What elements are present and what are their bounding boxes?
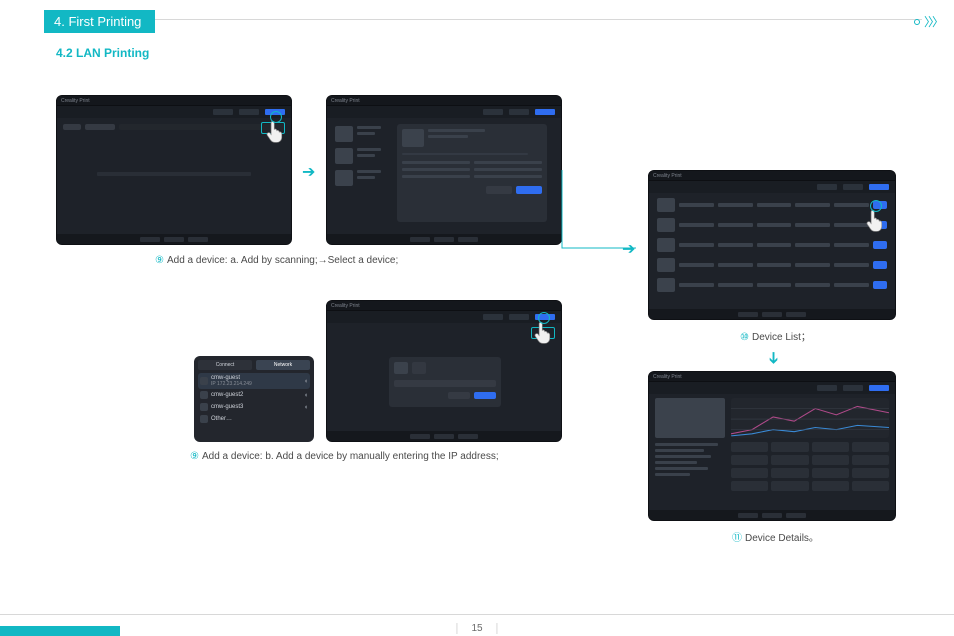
touch-hand-icon [263,118,289,144]
step-number: ⑪ [732,533,742,544]
empty-state-text [97,172,251,176]
step-number: ⑩ [740,332,749,343]
page-number: 15 [456,623,497,634]
step-number: ⑨ [155,255,164,266]
wifi-item: cmw-guest2 ◖ [198,389,310,401]
plus-icon [200,415,208,423]
ip-input-field [394,380,496,387]
caption-step-9a: ⑨Add a device: a. Add by scanning;→Selec… [155,255,398,266]
tab-active [869,184,889,190]
device-list-row [653,275,891,295]
tab-generic [817,385,837,391]
netbox-tab-connect: Connect [198,360,252,370]
caption-step-11: ⑪Device Details。 [732,529,819,544]
header-rule [44,19,922,20]
touch-hand-icon [531,319,557,345]
netbox-tab-network: Network [256,360,310,370]
tab-generic [843,184,863,190]
arrow-down-icon: ➔ [764,351,784,364]
subsection-title: 4.2 LAN Printing [56,46,149,60]
app-title: Creality Print [61,98,90,104]
row-action-button [873,241,887,249]
caption-step-10: ⑩Device List； [740,328,811,343]
wifi-network-list-panel: Connect Network cmw-guest IP 172.23.214.… [194,356,314,442]
tab-active [535,109,555,115]
screenshot-device-details: Creality Print [648,371,896,521]
camera-preview [655,398,725,438]
wifi-item-other: Other… [198,413,310,425]
screenshot-scan-select-device: Creality Print [326,95,562,245]
wifi-icon: ◖ [304,378,308,385]
tab-active [869,385,889,391]
wifi-item-selected: cmw-guest IP 172.23.214.249 ◖ [198,373,310,389]
screenshot-add-device-empty: Creality Print [56,95,292,245]
arrow-right-icon: ➔ [302,162,315,182]
app-title: Creality Print [653,374,682,380]
device-list-row [653,195,891,215]
device-list-row [653,215,891,235]
touch-hand-icon [863,207,889,233]
tab-generic [239,109,259,115]
wifi-icon: ◖ [304,392,308,399]
screenshot-device-list: Creality Print [648,170,896,320]
page-footer: 15 [0,614,954,628]
app-title: Creality Print [653,173,682,179]
app-title: Creality Print [331,98,360,104]
temperature-graph [731,398,889,438]
tab-generic [817,184,837,190]
section-title-tab: 4. First Printing [44,10,155,33]
printer-icon [200,377,208,385]
tab-generic [843,385,863,391]
screenshot-add-by-ip: Creality Print [326,300,562,442]
scan-device-dialog [397,124,547,222]
wifi-icon: ◖ [304,404,308,411]
device-list-row [653,235,891,255]
row-action-button [873,261,887,269]
arrow-right-icon: ➔ [622,239,635,259]
header-arrow-decor: 〉〉〉 [914,13,942,30]
tab-generic [483,109,503,115]
detail-value-grid [731,442,889,491]
printer-icon [200,391,208,399]
row-action-button [873,281,887,289]
caption-step-9b: ⑨Add a device: b. Add a device by manual… [190,451,499,462]
ip-entry-dialog [389,357,501,407]
tab-generic [509,314,529,320]
wifi-item: cmw-guest3 ◖ [198,401,310,413]
device-list-row [653,255,891,275]
tab-generic [483,314,503,320]
printer-icon [200,403,208,411]
tab-generic [213,109,233,115]
tab-generic [509,109,529,115]
footer-accent-bar [0,626,120,636]
step-number: ⑨ [190,451,199,462]
app-title: Creality Print [331,303,360,309]
